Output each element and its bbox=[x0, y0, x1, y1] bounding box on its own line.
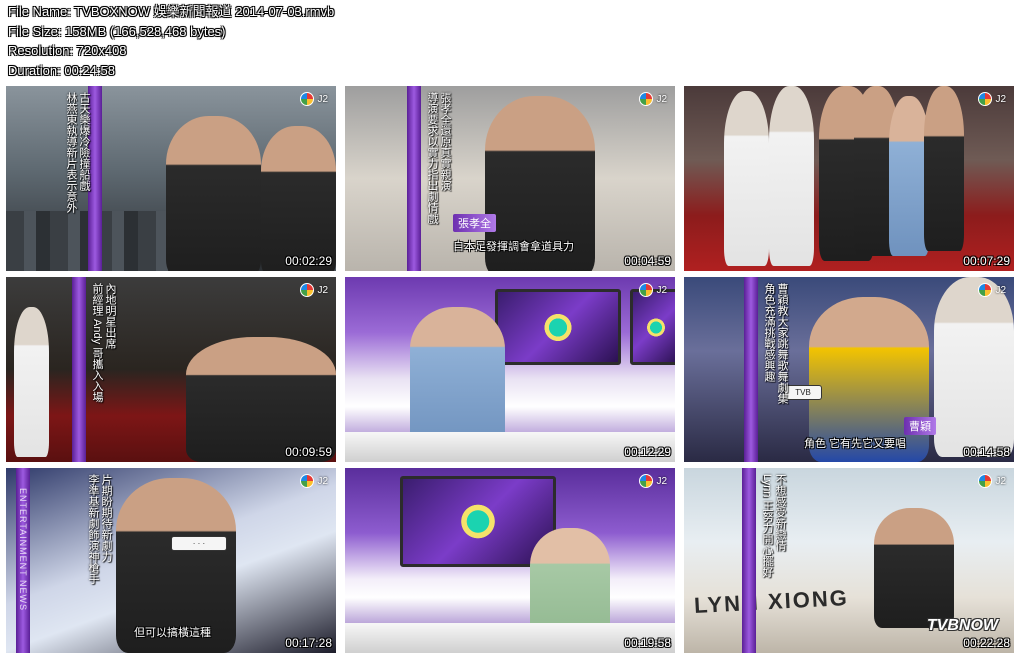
file-name-label: File Name: TVBOXNOW 娛樂新聞報道 2014-07-03.rm… bbox=[8, 4, 335, 19]
caption-line-2: 曹穎教大家跳舞歌舞劇集 bbox=[776, 283, 788, 404]
microphone-icon: TVB bbox=[784, 385, 822, 400]
channel-logo: J2 bbox=[300, 474, 328, 488]
channel-logo: J2 bbox=[300, 92, 328, 106]
person bbox=[166, 116, 261, 271]
caption-line-1: 林燕東執導新片表示意外 bbox=[65, 92, 77, 213]
thumbnail-9[interactable]: LYNN XIONG Lynn 王努力開心擺好 不想感受新戀情 TVBNOW J… bbox=[684, 468, 1014, 653]
speaker-nameplate: 曹穎 bbox=[904, 417, 936, 435]
tvb-logo-icon bbox=[978, 92, 993, 106]
channel-label: J2 bbox=[656, 93, 667, 105]
caption-strip bbox=[407, 86, 421, 271]
channel-label: J2 bbox=[995, 93, 1006, 105]
caption-line-2: 不想感受新戀情 bbox=[774, 474, 786, 551]
subtitle: 角色 它有先它又要唱 bbox=[804, 438, 907, 450]
tvb-logo-icon bbox=[300, 92, 315, 106]
studio-monitor bbox=[495, 289, 621, 365]
thumbnail-2[interactable]: 導演要求以實力指出劇情戲 張孝全還原真實親演 張孝全 自本足發揮調會拿道具力 J… bbox=[345, 86, 675, 271]
resolution-label: Resolution: 720x408 bbox=[8, 43, 127, 58]
caption-strip bbox=[88, 86, 102, 271]
channel-label: J2 bbox=[317, 284, 328, 296]
subtitle: 但可以搞橫這種 bbox=[134, 627, 211, 639]
timestamp: 00:02:29 bbox=[285, 254, 332, 268]
channel-logo: J2 bbox=[300, 283, 328, 297]
thumbnail-8[interactable]: J2 00:19:58 bbox=[345, 468, 675, 653]
person bbox=[934, 277, 1014, 457]
channel-logo: J2 bbox=[978, 283, 1006, 297]
caption-line-2: 片期盼期待新劇力 bbox=[100, 474, 112, 562]
photographer-crowd bbox=[186, 337, 336, 462]
caption-line-1: 角色充滿挑戰感興趣 bbox=[763, 283, 775, 382]
thumbnail-5[interactable]: J2 00:12:29 bbox=[345, 277, 675, 462]
channel-label: J2 bbox=[317, 93, 328, 105]
timestamp: 00:14:58 bbox=[963, 445, 1010, 459]
thumbnail-1[interactable]: 林燕東執導新片表示意外 古天樂爆冷險撞船戲 J2 00:02:29 bbox=[6, 86, 336, 271]
tvb-logo-icon bbox=[978, 474, 993, 488]
tvb-logo-icon bbox=[300, 283, 315, 297]
tvbnow-watermark: TVBNOW bbox=[926, 617, 998, 634]
tvb-logo-icon bbox=[300, 474, 315, 488]
caption-line-2: 古天樂爆冷險撞船戲 bbox=[78, 92, 90, 191]
timestamp: 00:17:28 bbox=[285, 636, 332, 650]
caption-line-1: 前經理 Andy 哥攜入入場 bbox=[91, 283, 103, 403]
caption-line-1: 李準基新劇飾演神槍手 bbox=[87, 474, 99, 584]
tvb-logo-icon bbox=[639, 474, 654, 488]
person bbox=[769, 86, 814, 266]
channel-logo: J2 bbox=[978, 474, 1006, 488]
timestamp: 00:07:29 bbox=[963, 254, 1010, 268]
thumbnail-7[interactable]: · · · ENTERTAINMENT NEWS 李準基新劇飾演神槍手 片期盼期… bbox=[6, 468, 336, 653]
timestamp: 00:19:58 bbox=[624, 636, 671, 650]
channel-label: J2 bbox=[656, 284, 667, 296]
caption-strip bbox=[744, 277, 758, 462]
caption-line-2: 內地明星出席 bbox=[104, 283, 116, 349]
thumbnail-6[interactable]: TVB 角色充滿挑戰感興趣 曹穎教大家跳舞歌舞劇集 曹穎 角色 它有先它又要唱 … bbox=[684, 277, 1014, 462]
person bbox=[14, 307, 49, 457]
tvb-logo-icon bbox=[978, 283, 993, 297]
channel-label: J2 bbox=[995, 475, 1006, 487]
channel-logo: J2 bbox=[639, 92, 667, 106]
timestamp: 00:09:59 bbox=[285, 445, 332, 459]
timestamp: 00:04:59 bbox=[624, 254, 671, 268]
sidebar-word: ENTERTAINMENT NEWS bbox=[18, 488, 28, 612]
person bbox=[924, 86, 964, 251]
timestamp: 00:12:29 bbox=[624, 445, 671, 459]
thumbnail-3[interactable]: J2 00:07:29 bbox=[684, 86, 1014, 271]
channel-logo: J2 bbox=[978, 92, 1006, 106]
person bbox=[261, 126, 336, 271]
person bbox=[889, 96, 929, 256]
caption-line-1: 導演要求以實力指出劇情戲 bbox=[426, 92, 438, 224]
caption-line-2: 張孝全還原真實親演 bbox=[439, 92, 451, 191]
channel-logo: J2 bbox=[639, 283, 667, 297]
file-size-label: File Size: 158MB (166,528,468 bytes) bbox=[8, 23, 226, 39]
file-info: File Name: TVBOXNOW 娛樂新聞報道 2014-07-03.rm… bbox=[8, 2, 334, 80]
person bbox=[874, 508, 954, 628]
channel-label: J2 bbox=[995, 284, 1006, 296]
person bbox=[724, 91, 769, 266]
duration-label: Duration: 00:24:58 bbox=[8, 62, 115, 78]
thumbnail-4[interactable]: 前經理 Andy 哥攜入入場 內地明星出席 J2 00:09:59 bbox=[6, 277, 336, 462]
caption-strip bbox=[72, 277, 86, 462]
tvb-logo-icon bbox=[639, 92, 654, 106]
tvb-logo-icon bbox=[639, 283, 654, 297]
timestamp: 00:22:28 bbox=[963, 636, 1010, 650]
subtitle: 自本足發揮調會拿道具力 bbox=[453, 241, 574, 253]
caption-line-1: Lynn 王努力開心擺好 bbox=[761, 474, 773, 578]
microphone-icon: · · · bbox=[171, 536, 227, 551]
channel-label: J2 bbox=[656, 475, 667, 487]
caption-strip bbox=[742, 468, 756, 653]
studio-monitor bbox=[630, 289, 675, 365]
news-anchor bbox=[410, 307, 505, 447]
thumbnail-grid: 林燕東執導新片表示意外 古天樂爆冷險撞船戲 J2 00:02:29 導演要求以實… bbox=[6, 86, 1014, 653]
speaker-nameplate: 張孝全 bbox=[453, 214, 496, 232]
channel-label: J2 bbox=[317, 475, 328, 487]
channel-logo: J2 bbox=[639, 474, 667, 488]
